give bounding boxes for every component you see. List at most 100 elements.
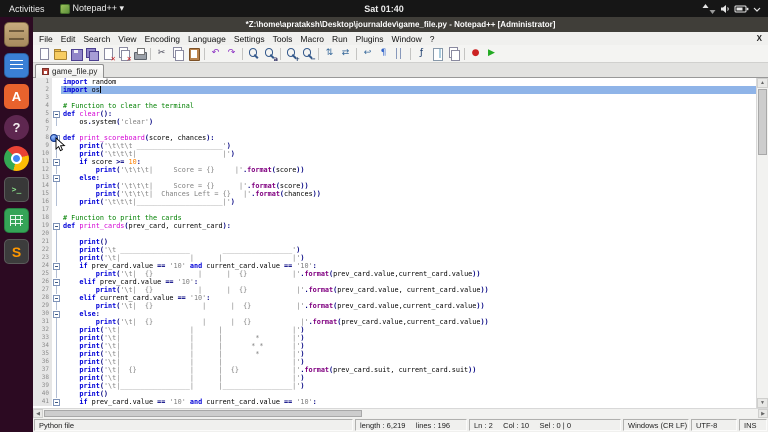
- replace-icon[interactable]: a: [262, 46, 277, 61]
- code-text[interactable]: [61, 94, 756, 102]
- menu-window[interactable]: Window: [388, 34, 426, 44]
- fold-marker[interactable]: [52, 262, 61, 270]
- line-number[interactable]: 32: [33, 326, 52, 334]
- line-number[interactable]: 17: [33, 206, 52, 214]
- fold-margin[interactable]: [52, 166, 61, 174]
- line-number[interactable]: 11: [33, 158, 52, 166]
- fold-margin[interactable]: [52, 190, 61, 198]
- code-text[interactable]: def print_scoreboard(score, chances):: [61, 134, 756, 142]
- fold-marker[interactable]: [52, 398, 61, 406]
- line-number[interactable]: 28: [33, 294, 52, 302]
- copy-icon[interactable]: [170, 46, 185, 61]
- code-text[interactable]: print('\t| | | |'): [61, 254, 756, 262]
- code-text[interactable]: print('\t|_________________| |__________…: [61, 382, 756, 390]
- code-text[interactable]: print('\t| {} | | {} |'.format(prev_card…: [61, 318, 756, 326]
- line-number[interactable]: 30: [33, 310, 52, 318]
- fold-margin[interactable]: [52, 102, 61, 110]
- undo-icon[interactable]: ↶: [208, 46, 223, 61]
- line-number[interactable]: 36: [33, 358, 52, 366]
- close-document-button[interactable]: X: [751, 34, 768, 43]
- fold-margin[interactable]: [52, 182, 61, 190]
- vertical-scrollbar[interactable]: ▲ ▼: [756, 78, 768, 408]
- code-text[interactable]: print('\t| | | |'): [61, 326, 756, 334]
- code-text[interactable]: print('\t\t\t|_____________________|'): [61, 198, 756, 206]
- code-text[interactable]: if score >= 10:: [61, 158, 756, 166]
- code-text[interactable]: print('\t| | | * |'): [61, 350, 756, 358]
- code-line[interactable]: 22 print('\t _________________ _________…: [33, 246, 756, 254]
- code-line[interactable]: 9 print('\t\t\t _____________________'): [33, 142, 756, 150]
- dock-help-icon[interactable]: [4, 115, 29, 140]
- fold-margin[interactable]: [52, 302, 61, 310]
- line-number[interactable]: 6: [33, 118, 52, 126]
- fold-margin[interactable]: [52, 286, 61, 294]
- code-line[interactable]: 5def clear():: [33, 110, 756, 118]
- code-text[interactable]: print('\t\t\t| Score = {} |'.format(scor…: [61, 166, 756, 174]
- fold-margin[interactable]: [52, 214, 61, 222]
- dock-sublime-text-icon[interactable]: [4, 239, 29, 264]
- fold-margin[interactable]: [52, 94, 61, 102]
- fold-marker[interactable]: [52, 110, 61, 118]
- code-text[interactable]: if prev_card.value == '10' and current_c…: [61, 398, 756, 406]
- code-line[interactable]: 17: [33, 206, 756, 214]
- line-number[interactable]: 9: [33, 142, 52, 150]
- fold-margin[interactable]: [52, 318, 61, 326]
- line-number[interactable]: 18: [33, 214, 52, 222]
- code-line[interactable]: 4# Function to clear the terminal: [33, 102, 756, 110]
- save-icon[interactable]: [68, 46, 83, 61]
- fold-margin[interactable]: [52, 238, 61, 246]
- code-line[interactable]: 26 elif prev_card.value == '10':: [33, 278, 756, 286]
- save-all-icon[interactable]: [84, 46, 99, 61]
- cut-icon[interactable]: ✂: [154, 46, 169, 61]
- fold-margin[interactable]: [52, 350, 61, 358]
- line-number[interactable]: 38: [33, 374, 52, 382]
- menu-language[interactable]: Language: [184, 34, 230, 44]
- code-line[interactable]: 27 print('\t| {} | | {} |'.format(prev_c…: [33, 286, 756, 294]
- code-line[interactable]: 14 print('\t\t\t| Score = {} |'.format(s…: [33, 182, 756, 190]
- fold-margin[interactable]: [52, 206, 61, 214]
- menu-plugins[interactable]: Plugins: [352, 34, 388, 44]
- code-line[interactable]: 34 print('\t| | | * * |'): [33, 342, 756, 350]
- code-line[interactable]: 23 print('\t| | | |'): [33, 254, 756, 262]
- fold-marker[interactable]: [52, 222, 61, 230]
- code-text[interactable]: os.system('clear'): [61, 118, 756, 126]
- play-macro-icon[interactable]: ▶: [484, 46, 499, 61]
- code-line[interactable]: 41 if prev_card.value == '10' and curren…: [33, 398, 756, 406]
- line-number[interactable]: 7: [33, 126, 52, 134]
- vertical-scroll-thumb[interactable]: [758, 89, 767, 155]
- new-icon[interactable]: [36, 46, 51, 61]
- line-number[interactable]: 10: [33, 150, 52, 158]
- code-line[interactable]: 8def print_scoreboard(score, chances):: [33, 134, 756, 142]
- code-line[interactable]: 11 if score >= 10:: [33, 158, 756, 166]
- line-number[interactable]: 27: [33, 286, 52, 294]
- doc-switcher-icon[interactable]: [446, 46, 461, 61]
- code-line[interactable]: 10 print('\t\t\t| |'): [33, 150, 756, 158]
- line-number[interactable]: 24: [33, 262, 52, 270]
- menu-settings[interactable]: Settings: [230, 34, 269, 44]
- code-line[interactable]: 16 print('\t\t\t|_____________________|'…: [33, 198, 756, 206]
- code-text[interactable]: print('\t| | | |'): [61, 358, 756, 366]
- zoom-in-icon[interactable]: +: [284, 46, 299, 61]
- code-text[interactable]: print('\t\t\t| |'): [61, 150, 756, 158]
- fold-margin[interactable]: [52, 382, 61, 390]
- find-icon[interactable]: [246, 46, 261, 61]
- menu-view[interactable]: View: [114, 34, 140, 44]
- fold-marker[interactable]: [52, 294, 61, 302]
- fold-margin[interactable]: [52, 118, 61, 126]
- code-line[interactable]: 6 os.system('clear'): [33, 118, 756, 126]
- menu-run[interactable]: Run: [328, 34, 352, 44]
- tab-game-file[interactable]: game_file.py: [35, 64, 104, 78]
- horizontal-scrollbar[interactable]: ◀ ▶: [33, 408, 768, 418]
- code-text[interactable]: print('\t\t\t| Score = {} |'.format(scor…: [61, 182, 756, 190]
- code-text[interactable]: elif prev_card.value == '10':: [61, 278, 756, 286]
- indent-guide-icon[interactable]: [392, 46, 407, 61]
- open-icon[interactable]: [52, 46, 67, 61]
- fold-margin[interactable]: [52, 246, 61, 254]
- close-icon[interactable]: ✕: [100, 46, 115, 61]
- code-text[interactable]: print('\t| | | * * |'): [61, 342, 756, 350]
- line-number[interactable]: 13: [33, 174, 52, 182]
- line-number[interactable]: 12: [33, 166, 52, 174]
- menu-edit[interactable]: Edit: [57, 34, 80, 44]
- fold-margin[interactable]: [52, 126, 61, 134]
- line-number[interactable]: 5: [33, 110, 52, 118]
- code-line[interactable]: 36 print('\t| | | |'): [33, 358, 756, 366]
